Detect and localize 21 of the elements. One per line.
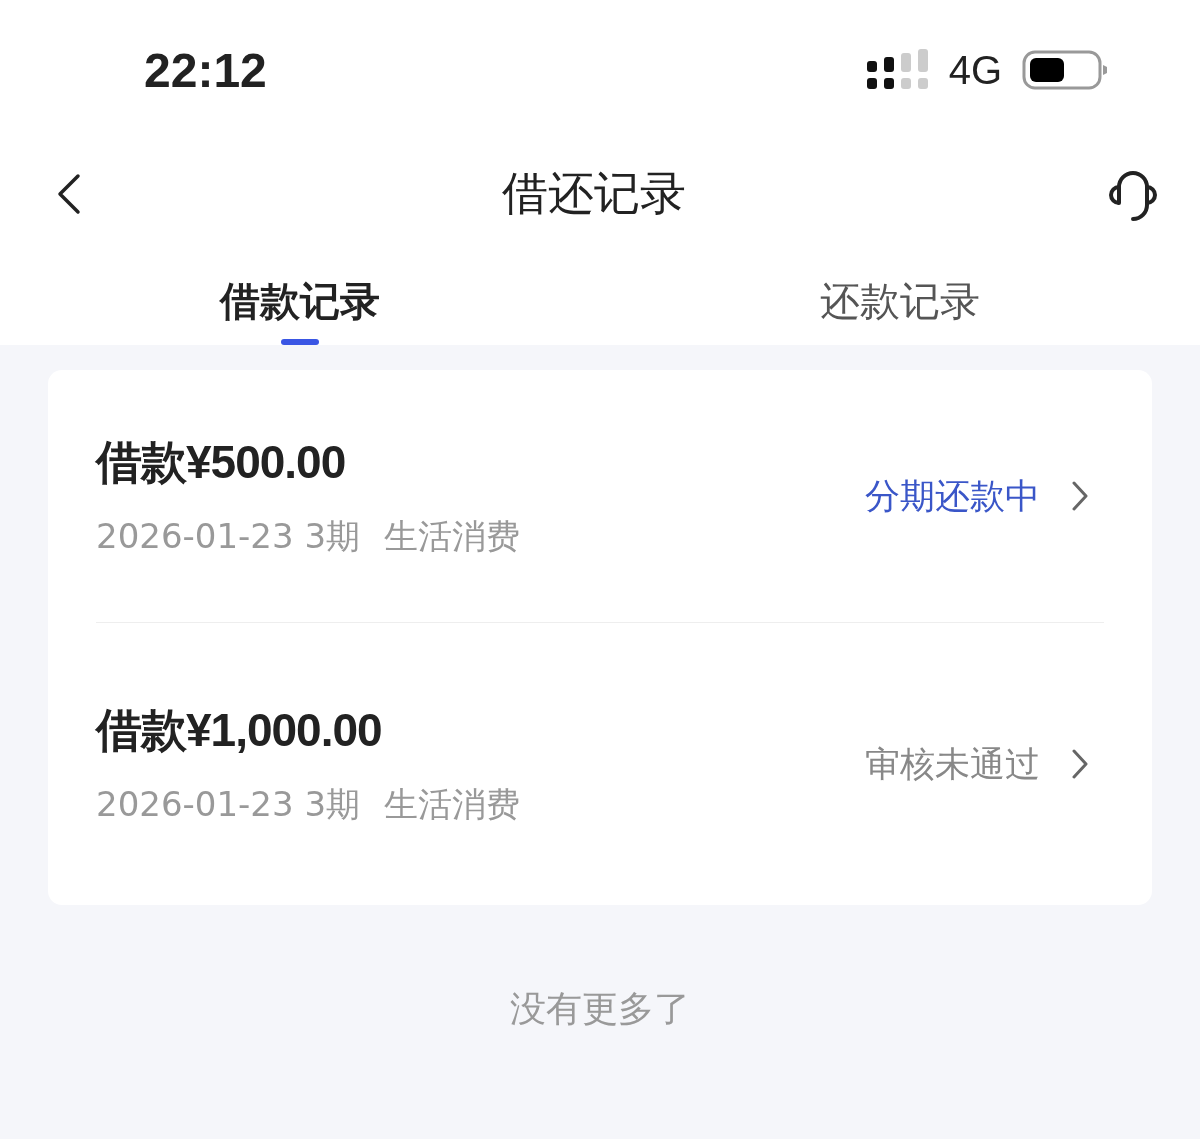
record-row[interactable]: 借款¥500.00 2026-01-23 3期 生活消费 分期还款中 xyxy=(96,370,1104,622)
page-title: 借还记录 xyxy=(502,165,686,222)
tab[interactable]: 借款记录 xyxy=(0,248,600,345)
back-icon[interactable] xyxy=(56,173,82,215)
status-label: 分期还款中 xyxy=(865,474,1040,518)
chevron-right-icon xyxy=(1072,749,1088,779)
status-label: 审核未通过 xyxy=(865,742,1040,786)
loan-date: 2026-01-23 3期 xyxy=(96,783,361,826)
tab[interactable]: 还款记录 xyxy=(600,248,1200,345)
loan-date: 2026-01-23 3期 xyxy=(96,515,361,558)
signal-icon xyxy=(866,49,929,91)
loan-amount: 借款¥1,000.00 xyxy=(96,703,383,758)
loan-purpose: 生活消费 xyxy=(384,515,521,558)
loan-amount: 借款¥500.00 xyxy=(96,435,347,490)
end-of-list-text: 没有更多了 xyxy=(509,987,691,1031)
loan-purpose: 生活消费 xyxy=(384,783,521,826)
record-row[interactable]: 借款¥1,000.00 2026-01-23 3期 生活消费 审核未通过 xyxy=(96,623,1104,905)
battery-icon xyxy=(1022,50,1108,90)
chevron-right-icon xyxy=(1072,481,1088,511)
network-label: 4G xyxy=(948,47,1002,93)
clock-time: 22:12 xyxy=(144,42,267,98)
